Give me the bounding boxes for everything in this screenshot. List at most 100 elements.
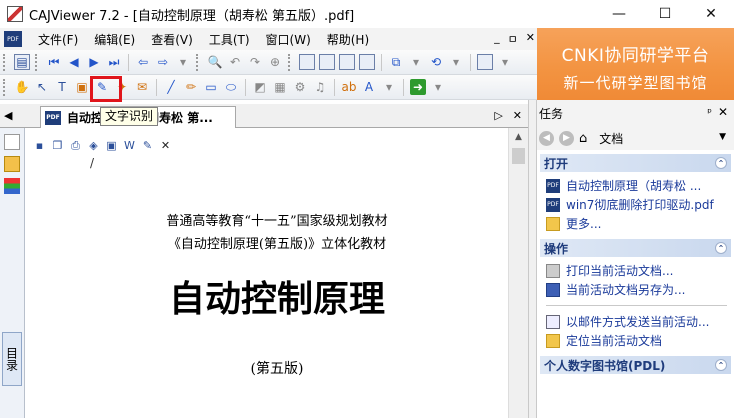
pane-splitter[interactable]: [528, 100, 537, 418]
link-recent-file-1[interactable]: PDF 自动控制原理（胡寿松 ...: [546, 176, 731, 195]
hand-tool-icon[interactable]: ✋: [14, 79, 30, 95]
collapse-icon[interactable]: ⌃: [715, 242, 727, 254]
pen-icon[interactable]: ╱: [163, 79, 179, 95]
section-heading[interactable]: 操作 ⌃: [540, 239, 731, 257]
task-pane-close-icon[interactable]: ✕: [718, 105, 728, 119]
tab-scroll-left-icon[interactable]: ◀: [4, 109, 12, 122]
menu-tools[interactable]: 工具(T): [201, 31, 258, 48]
save-icon[interactable]: ▪: [32, 138, 47, 153]
line-tool-icon[interactable]: ◩: [252, 79, 268, 95]
link-recent-file-2[interactable]: PDF win7彻底删除打印驱动.pdf: [546, 195, 731, 214]
collapse-icon[interactable]: ⌃: [715, 359, 727, 371]
ellipse-icon[interactable]: ⬭: [223, 79, 239, 95]
mdi-minimize-button[interactable]: _: [494, 31, 500, 47]
send-icon[interactable]: ◈: [86, 138, 101, 153]
select-arrow-icon[interactable]: ↖: [34, 79, 50, 95]
facing-page-icon[interactable]: [359, 54, 375, 70]
document-mark: /: [90, 156, 95, 170]
next-page-icon[interactable]: ▶: [86, 54, 102, 70]
copy-icon[interactable]: ❐: [50, 138, 65, 153]
zoom-icon[interactable]: ⊕: [267, 54, 283, 70]
layers-icon[interactable]: [4, 178, 20, 194]
section-heading[interactable]: 打开 ⌃: [540, 154, 731, 172]
menu-window[interactable]: 窗口(W): [258, 31, 319, 48]
dropdown-arrow-icon[interactable]: ▾: [408, 54, 424, 70]
toolbar-grip[interactable]: [288, 53, 293, 71]
link-print-document[interactable]: 打印当前活动文档...: [546, 261, 731, 280]
dropdown-arrow-icon[interactable]: ▾: [448, 54, 464, 70]
rotate-icon[interactable]: ⟲: [428, 54, 444, 70]
toolbar-grip[interactable]: [3, 78, 8, 96]
link-more[interactable]: 更多...: [546, 214, 731, 233]
tab-close-icon[interactable]: ✕: [513, 109, 522, 122]
close-button[interactable]: ✕: [688, 0, 734, 28]
section-open: 打开 ⌃ PDF 自动控制原理（胡寿松 ... PDF win7彻底删除打印驱动…: [540, 154, 731, 235]
cnki-banner[interactable]: CNKI协同研学平台 新一代研学型图书馆: [537, 28, 734, 100]
print-icon[interactable]: ⎙: [68, 138, 83, 153]
layout-icon[interactable]: ⧉: [388, 54, 404, 70]
toolbar-grip[interactable]: [35, 53, 40, 71]
full-screen-icon[interactable]: [477, 54, 493, 70]
text-select-icon[interactable]: T: [54, 79, 70, 95]
rectangle-icon[interactable]: ▭: [203, 79, 219, 95]
preview-icon[interactable]: ▣: [104, 138, 119, 153]
document-scrollbar[interactable]: ▲: [508, 128, 528, 418]
menu-help[interactable]: 帮助(H): [319, 31, 377, 48]
settings-icon[interactable]: ⚙: [292, 79, 308, 95]
abc-annotation-icon[interactable]: ab: [341, 79, 357, 95]
menu-file[interactable]: 文件(F): [30, 31, 86, 48]
menu-edit[interactable]: 编辑(E): [86, 31, 143, 48]
close-icon[interactable]: ✕: [158, 138, 173, 153]
previous-page-icon[interactable]: ◀: [66, 54, 82, 70]
chevron-down-icon[interactable]: ▼: [719, 132, 726, 142]
toolbar-grip[interactable]: [3, 53, 8, 71]
mdi-restore-button[interactable]: ㅁ: [508, 31, 518, 47]
toolbar-grip[interactable]: [196, 53, 201, 71]
tab-next-icon[interactable]: ▷: [494, 109, 502, 122]
table-of-contents-tab[interactable]: 目录: [2, 332, 22, 386]
menu-view[interactable]: 查看(V): [143, 31, 201, 48]
recognize-icon[interactable]: ✎: [140, 138, 155, 153]
continuous-page-icon[interactable]: [339, 54, 355, 70]
link-email-document[interactable]: 以邮件方式发送当前活动...: [546, 312, 731, 331]
mdi-close-button[interactable]: ✕: [526, 31, 535, 47]
fit-width-icon[interactable]: [319, 54, 335, 70]
highlight-list-icon[interactable]: [4, 156, 20, 172]
single-page-icon[interactable]: [299, 54, 315, 70]
dropdown-arrow-icon[interactable]: ▾: [175, 54, 191, 70]
text-strikeout-icon[interactable]: A: [361, 79, 377, 95]
link-locate-document[interactable]: 定位当前活动文档: [546, 331, 731, 350]
undo-icon[interactable]: ↶: [227, 54, 243, 70]
go-arrow-icon[interactable]: ➜: [410, 79, 426, 95]
audio-icon[interactable]: ♫: [312, 79, 328, 95]
pin-icon[interactable]: ᵖ: [707, 106, 712, 119]
annotation-list-icon[interactable]: [4, 134, 20, 150]
collapse-icon[interactable]: ⌃: [715, 157, 727, 169]
snapshot-icon[interactable]: ▣: [74, 79, 90, 95]
last-page-icon[interactable]: ⏭: [106, 54, 122, 70]
dropdown-arrow-icon[interactable]: ▾: [497, 54, 513, 70]
find-icon[interactable]: 🔍: [207, 54, 223, 70]
document-view[interactable]: ▪ ❐ ⎙ ◈ ▣ W ✎ ✕ / 普通高等教育“十一五”国家级规划教材 《自动…: [26, 128, 528, 418]
forward-circle-icon[interactable]: ▶: [559, 130, 574, 146]
note-icon[interactable]: ✉: [134, 79, 150, 95]
first-page-icon[interactable]: ⏮: [46, 54, 62, 70]
minimize-button[interactable]: —: [596, 0, 642, 28]
pdf-document-icon[interactable]: PDF: [4, 31, 22, 47]
highlighter-icon[interactable]: ✏: [183, 79, 199, 95]
section-heading[interactable]: 个人数字图书馆(PDL) ⌃: [540, 356, 731, 374]
home-icon[interactable]: ⌂: [579, 131, 587, 146]
back-circle-icon[interactable]: ◀: [539, 130, 554, 146]
back-icon[interactable]: ⇦: [135, 54, 151, 70]
redo-icon[interactable]: ↷: [247, 54, 263, 70]
image-tool-icon[interactable]: ▦: [272, 79, 288, 95]
link-save-as[interactable]: 当前活动文档另存为...: [546, 280, 731, 299]
dropdown-arrow-icon[interactable]: ▾: [430, 79, 446, 95]
scroll-thumb[interactable]: [512, 148, 525, 164]
open-icon[interactable]: ▤: [14, 54, 30, 70]
forward-icon[interactable]: ⇨: [155, 54, 171, 70]
word-export-icon[interactable]: W: [122, 138, 137, 153]
dropdown-arrow-icon[interactable]: ▾: [381, 79, 397, 95]
scroll-up-icon[interactable]: ▲: [509, 128, 528, 146]
maximize-button[interactable]: ☐: [642, 0, 688, 28]
